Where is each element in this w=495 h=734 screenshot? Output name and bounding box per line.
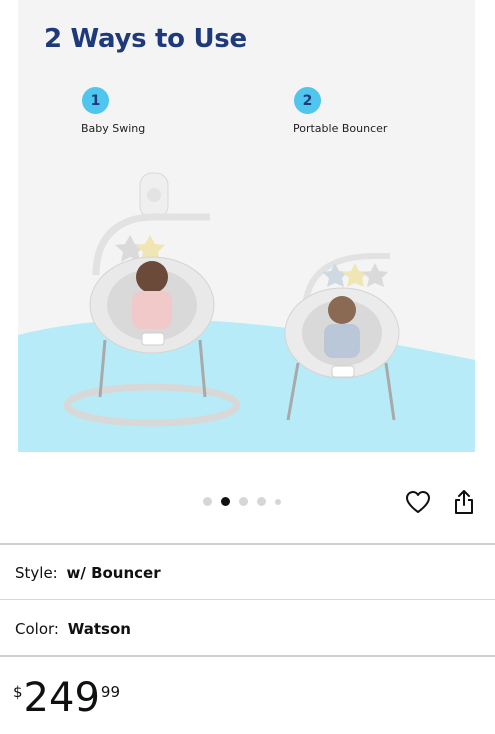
color-label: Color: bbox=[15, 620, 59, 638]
carousel-dot[interactable] bbox=[275, 498, 281, 505]
carousel-dot-active[interactable] bbox=[221, 497, 230, 506]
color-option-row[interactable]: Color: Watson bbox=[15, 620, 131, 638]
heart-icon bbox=[406, 491, 430, 513]
bouncer-illustration bbox=[284, 253, 400, 421]
carousel-dot[interactable] bbox=[257, 497, 266, 506]
style-value: w/ Bouncer bbox=[66, 564, 161, 582]
option-divider bbox=[0, 599, 495, 600]
step-2-badge: 2 bbox=[294, 87, 321, 114]
share-icon bbox=[455, 490, 473, 514]
price-fraction: 99 bbox=[100, 683, 120, 701]
carousel-dots[interactable] bbox=[203, 497, 281, 506]
share-button[interactable] bbox=[449, 487, 479, 517]
style-label: Style: bbox=[15, 564, 58, 582]
color-value: Watson bbox=[67, 620, 131, 638]
style-option-row[interactable]: Style: w/ Bouncer bbox=[15, 564, 161, 582]
baby-swing-illustration bbox=[63, 172, 241, 427]
favorite-button[interactable] bbox=[403, 487, 433, 517]
product-image[interactable]: 2 Ways to Use 1 Baby Swing 2 Portable Bo… bbox=[18, 0, 475, 452]
carousel-dot[interactable] bbox=[203, 497, 212, 506]
step-1-label: Baby Swing bbox=[81, 122, 146, 135]
image-title: 2 Ways to Use bbox=[44, 24, 247, 54]
step-2-label: Portable Bouncer bbox=[293, 122, 388, 135]
section-divider bbox=[0, 655, 495, 657]
step-1-badge: 1 bbox=[82, 87, 109, 114]
carousel-dot[interactable] bbox=[239, 497, 248, 506]
price-whole: 249 bbox=[23, 675, 100, 721]
price-currency-symbol: $ bbox=[13, 683, 23, 701]
price: $ 249 99 bbox=[13, 675, 120, 721]
section-divider bbox=[0, 543, 495, 545]
